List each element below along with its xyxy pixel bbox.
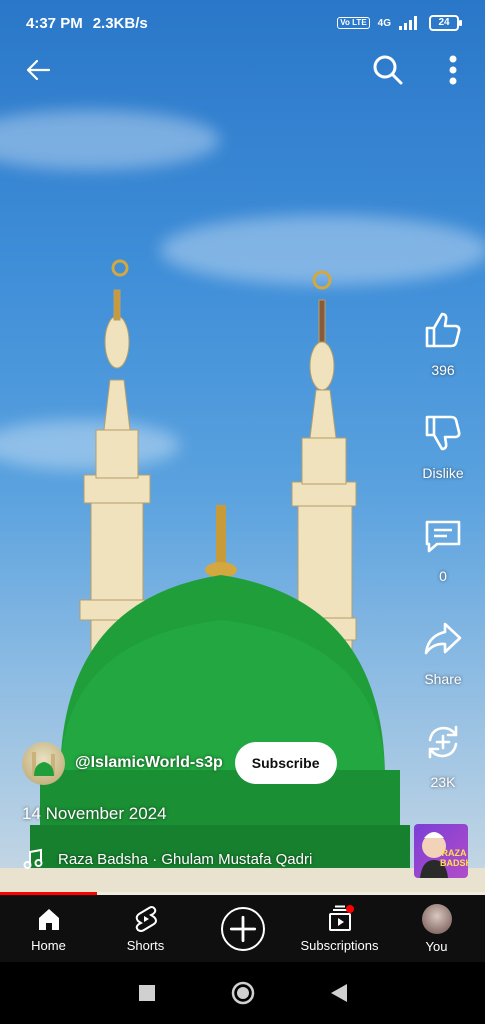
nav-home-label: Home — [31, 937, 66, 953]
shorts-icon — [135, 905, 157, 932]
channel-row: @IslamicWorld-s3p Subscribe — [22, 741, 337, 785]
battery-icon: 24 — [429, 15, 462, 31]
dislike-label: Dislike — [422, 465, 464, 481]
user-avatar — [421, 903, 452, 934]
album-art-text: RAZA BADSHA — [440, 848, 468, 868]
channel-avatar[interactable] — [22, 741, 65, 785]
back-icon[interactable] — [20, 52, 56, 88]
status-speed: 2.3KB/s — [92, 14, 148, 32]
status-time: 4:37 PM — [26, 14, 83, 32]
share-label: Share — [424, 671, 462, 687]
remix-icon — [428, 725, 458, 759]
plus-icon — [229, 915, 256, 942]
subscribe-button[interactable]: Subscribe — [234, 742, 337, 784]
more-options-icon[interactable] — [436, 50, 470, 90]
thumbs-down-icon — [425, 415, 461, 451]
comments-button[interactable]: 0 — [413, 516, 473, 619]
home-icon — [38, 908, 59, 930]
like-button[interactable]: 396 — [413, 310, 473, 413]
remix-count: 23K — [430, 774, 456, 790]
signal-icon — [399, 16, 417, 30]
back-triangle-icon[interactable] — [330, 983, 348, 1003]
channel-handle[interactable]: @IslamicWorld-s3p — [75, 754, 223, 772]
nav-subscriptions[interactable]: Subscriptions — [291, 895, 388, 962]
bottom-nav: Home Shorts Subscriptions You — [0, 895, 485, 962]
search-icon[interactable] — [368, 50, 408, 90]
recents-icon[interactable] — [138, 984, 156, 1002]
nav-you[interactable]: You — [388, 895, 485, 962]
music-track: Raza Badsha · Ghulam Mustafa Qadri — [58, 850, 313, 868]
create-button[interactable] — [220, 906, 265, 951]
dislike-button[interactable]: Dislike — [413, 413, 473, 516]
nav-home[interactable]: Home — [0, 895, 97, 962]
nav-subscriptions-label: Subscriptions — [300, 937, 379, 953]
battery-level: 24 — [438, 17, 450, 28]
volte-icon: Vo LTE — [337, 17, 370, 29]
action-bar: 396 Dislike 0 Share 23K — [413, 310, 473, 825]
system-nav-bar — [0, 962, 485, 1024]
share-icon — [424, 622, 462, 655]
dome-icon — [32, 751, 55, 776]
remix-button[interactable]: 23K — [413, 722, 473, 825]
top-bar — [0, 48, 485, 92]
home-circle-icon[interactable] — [231, 981, 255, 1005]
subscriptions-icon — [328, 904, 354, 931]
nav-create[interactable] — [194, 895, 291, 962]
like-count: 396 — [431, 362, 455, 378]
comment-count: 0 — [439, 568, 447, 584]
status-bar: 4:37 PM 2.3KB/s Vo LTE 4G 24 — [0, 0, 485, 46]
nav-you-label: You — [425, 938, 448, 954]
nav-shorts[interactable]: Shorts — [97, 895, 194, 962]
music-thumbnail[interactable]: RAZA BADSHA — [414, 824, 468, 878]
nav-shorts-label: Shorts — [126, 937, 165, 953]
music-row[interactable]: Raza Badsha · Ghulam Mustafa Qadri — [22, 848, 312, 870]
video-title[interactable]: 14 November 2024 — [22, 804, 167, 824]
notification-dot — [345, 904, 354, 913]
share-button[interactable]: Share — [413, 619, 473, 722]
comment-icon — [425, 520, 461, 553]
music-note-icon — [23, 848, 43, 869]
network-label: 4G — [377, 17, 391, 29]
thumbs-up-icon — [425, 312, 461, 348]
